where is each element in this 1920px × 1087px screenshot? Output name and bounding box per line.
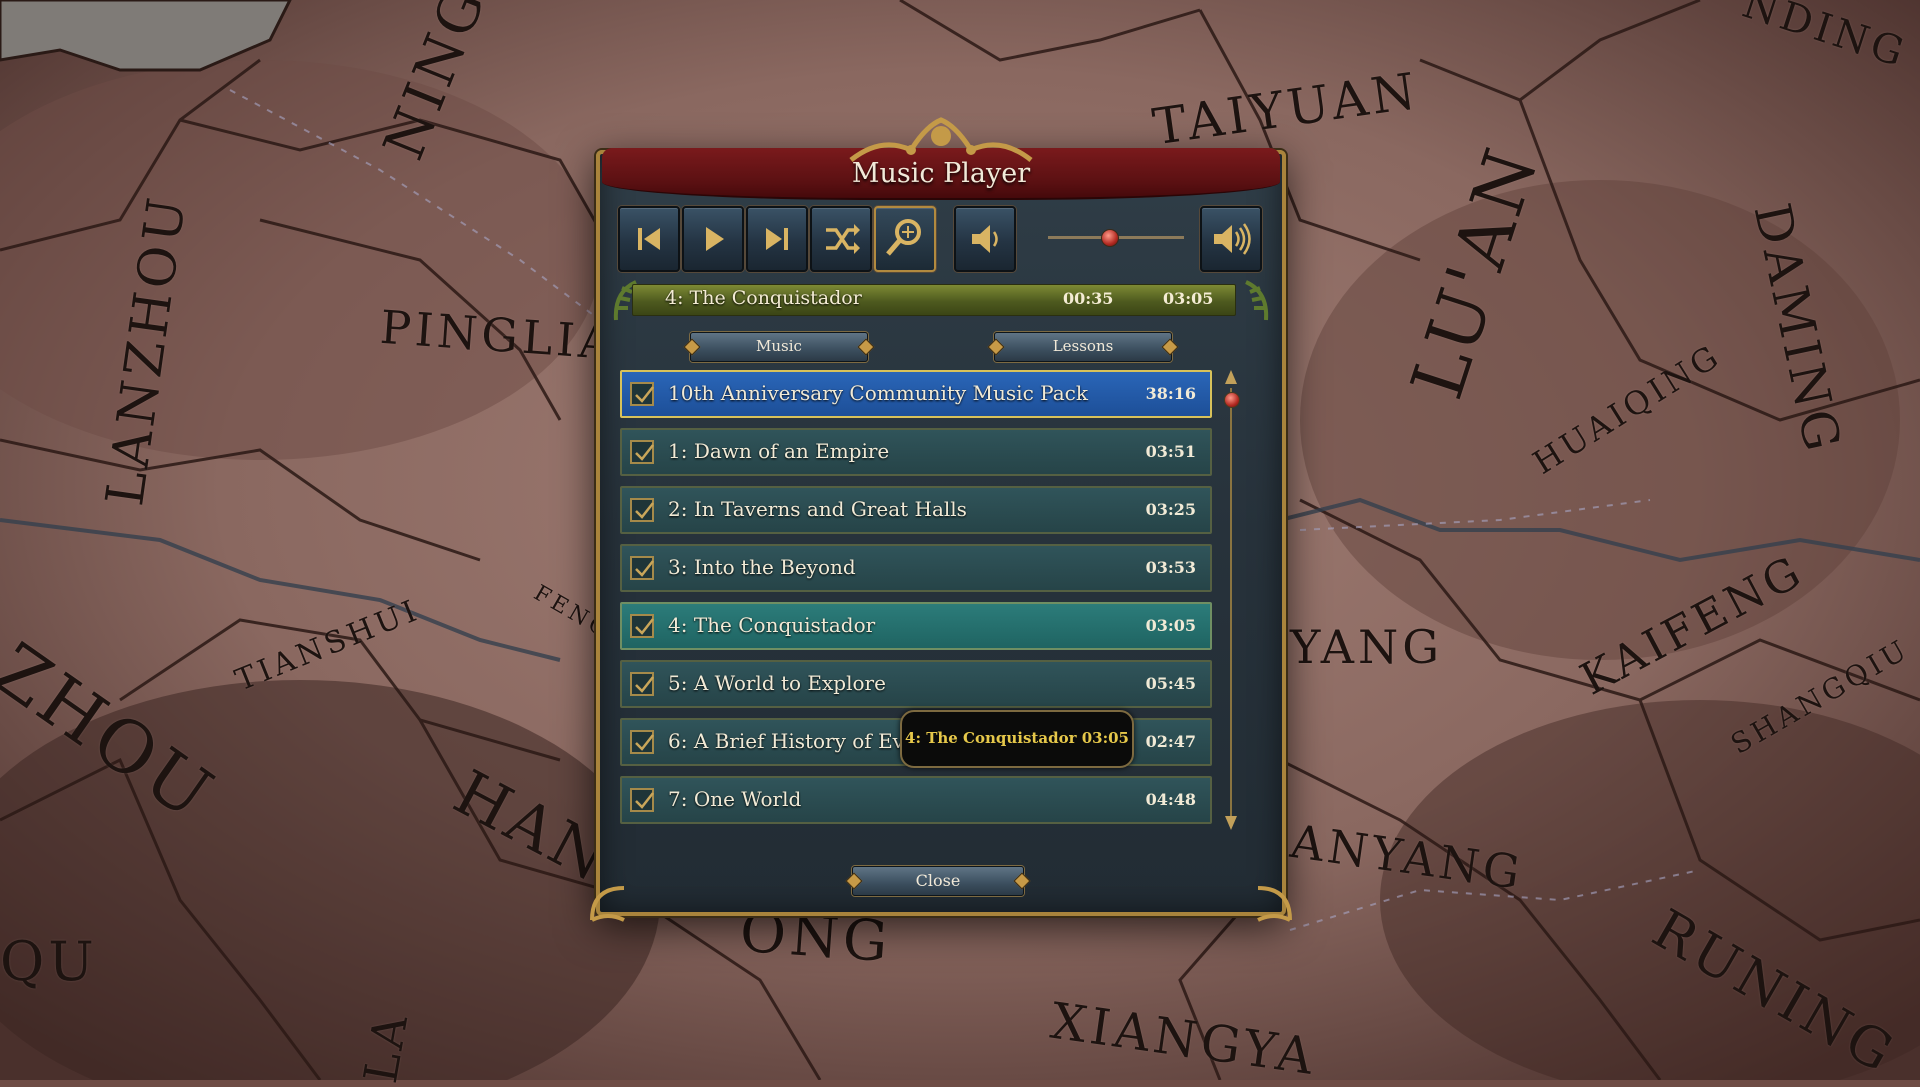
map-label: QU [0, 930, 98, 993]
track-list-scrollbar[interactable] [1224, 368, 1240, 844]
checkmark-icon [635, 676, 654, 693]
track-title: 5: A World to Explore [668, 671, 886, 695]
skip-previous-icon [638, 228, 660, 250]
tab-music[interactable]: Music [690, 332, 868, 362]
speaker-high-icon [1214, 223, 1251, 255]
magnifier-icon [886, 219, 921, 256]
track-title: 7: One World [668, 787, 802, 811]
ornament-corner-icon [1257, 886, 1292, 922]
shuffle-icon [826, 224, 860, 254]
track-duration: 04:48 [1145, 790, 1196, 809]
track-checkbox[interactable] [630, 672, 654, 696]
track-duration: 03:51 [1145, 442, 1196, 461]
skip-next-icon [766, 228, 788, 250]
play-button[interactable] [682, 206, 744, 272]
checkmark-icon [635, 618, 654, 635]
track-duration: 03:25 [1145, 500, 1196, 519]
scrollbar-thumb[interactable] [1224, 392, 1240, 408]
track-duration: 03:05 [1145, 616, 1196, 635]
now-playing-bar: 4: The Conquistador 00:35 03:05 [632, 284, 1236, 316]
track-title: 10th Anniversary Community Music Pack [668, 381, 1088, 405]
speaker-low-icon [972, 225, 998, 253]
track-row[interactable]: 5: A World to Explore 05:45 [620, 660, 1212, 708]
track-row[interactable]: 1: Dawn of an Empire 03:51 [620, 428, 1212, 476]
track-checkbox[interactable] [630, 730, 654, 754]
track-duration: 05:45 [1145, 674, 1196, 693]
volume-max-button[interactable] [1200, 206, 1262, 272]
checkmark-icon [635, 502, 654, 519]
checkmark-icon [635, 386, 654, 403]
track-checkbox[interactable] [630, 556, 654, 580]
track-row[interactable]: 4: The Conquistador 03:05 [620, 602, 1212, 650]
tab-lessons[interactable]: Lessons [994, 332, 1172, 362]
track-row[interactable]: 2: In Taverns and Great Halls 03:25 [620, 486, 1212, 534]
mute-button[interactable] [954, 206, 1016, 272]
music-player-window: Music Player 4: The Conquistador 00:35 0… [590, 117, 1292, 922]
track-checkbox[interactable] [630, 440, 654, 464]
track-tooltip: 4: The Conquistador 03:05 [900, 710, 1134, 768]
close-button[interactable]: Close [852, 866, 1024, 896]
track-title: 1: Dawn of an Empire [668, 439, 890, 463]
scroll-up-arrow-icon[interactable] [1225, 370, 1237, 384]
track-row[interactable]: 7: One World 04:48 [620, 776, 1212, 824]
track-checkbox[interactable] [630, 498, 654, 522]
checkmark-icon [635, 734, 654, 751]
ornament-corner-icon [590, 886, 625, 922]
now-playing-duration: 03:05 [1163, 289, 1214, 308]
shuffle-button[interactable] [810, 206, 872, 272]
track-title: 3: Into the Beyond [668, 555, 856, 579]
track-checkbox[interactable] [630, 614, 654, 638]
track-row[interactable]: 10th Anniversary Community Music Pack 38:… [620, 370, 1212, 418]
now-playing-title: 4: The Conquistador [665, 287, 862, 309]
track-list: 10th Anniversary Community Music Pack 38:… [620, 370, 1216, 842]
now-playing-position: 00:35 [1063, 289, 1114, 308]
previous-track-button[interactable] [618, 206, 680, 272]
laurel-right-icon [1245, 280, 1269, 321]
next-track-button[interactable] [746, 206, 808, 272]
track-checkbox[interactable] [630, 382, 654, 406]
track-row[interactable]: 3: Into the Beyond 03:53 [620, 544, 1212, 592]
checkmark-icon [635, 444, 654, 461]
track-duration: 02:47 [1145, 732, 1196, 751]
map-label: YANG [1290, 620, 1444, 674]
checkmark-icon [635, 560, 654, 577]
track-checkbox[interactable] [630, 788, 654, 812]
scroll-down-arrow-icon[interactable] [1225, 816, 1237, 830]
track-duration: 03:53 [1145, 558, 1196, 577]
track-duration: 38:16 [1145, 384, 1196, 403]
track-title: 2: In Taverns and Great Halls [668, 497, 967, 521]
search-button[interactable] [874, 206, 936, 272]
checkmark-icon [635, 792, 654, 809]
window-title: Music Player [851, 158, 1031, 189]
play-icon [706, 227, 724, 251]
scrollbar-track[interactable] [1230, 388, 1232, 818]
track-title: 4: The Conquistador [668, 613, 876, 637]
